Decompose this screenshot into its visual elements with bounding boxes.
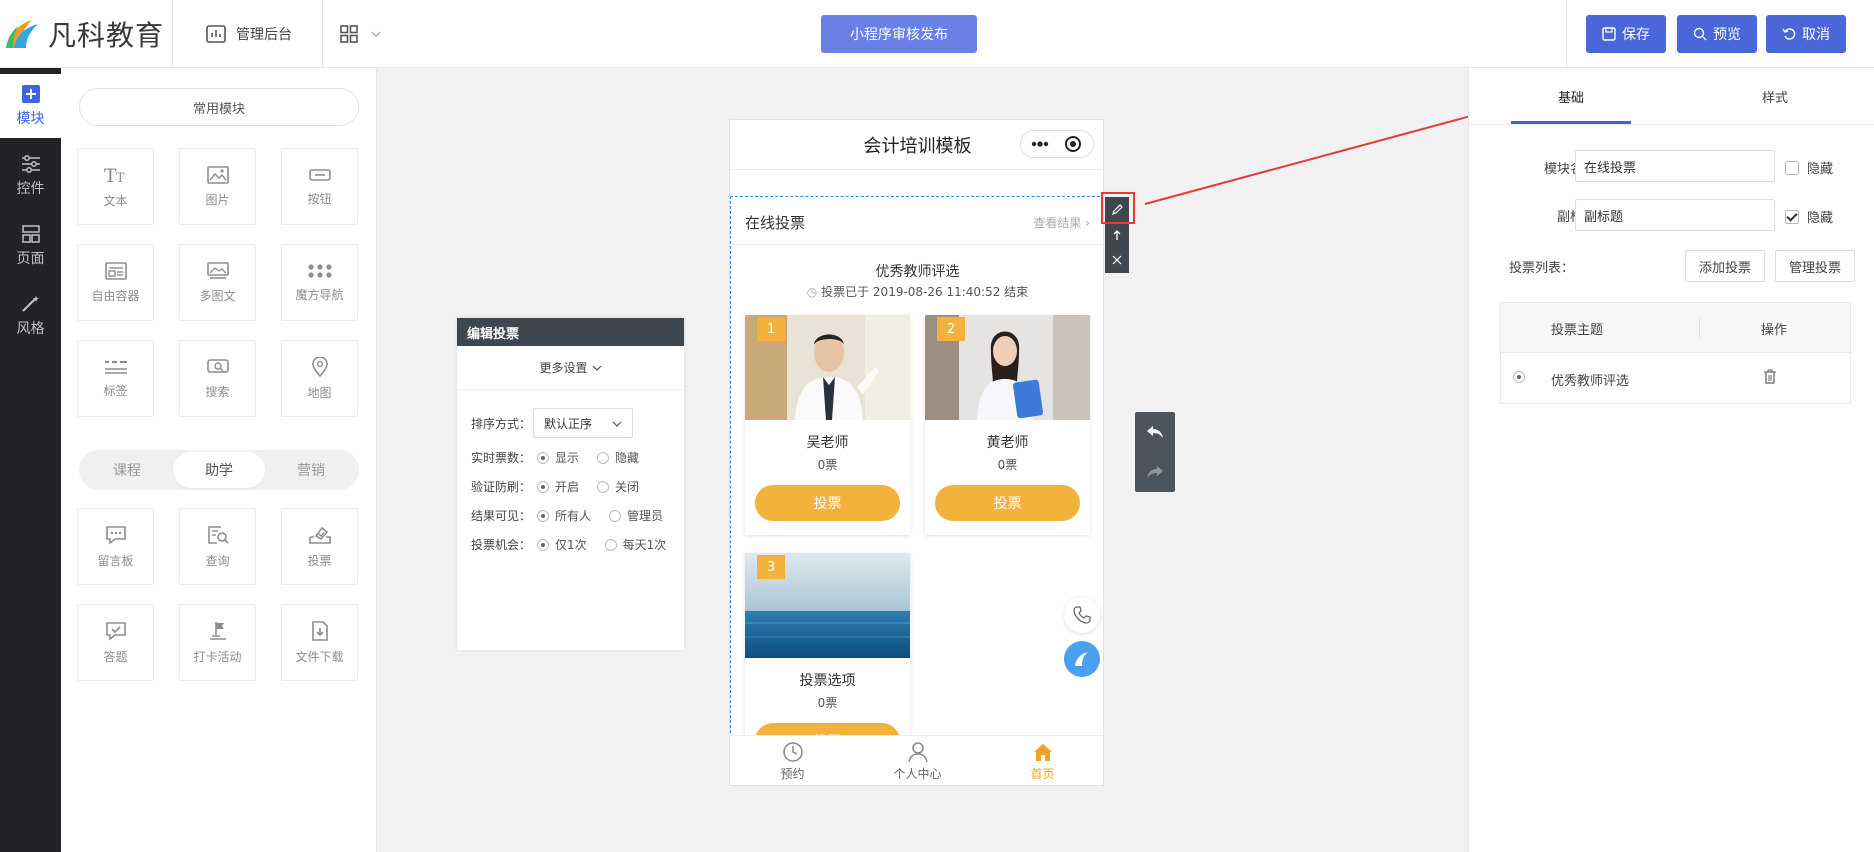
hide-name-checkbox[interactable]: 隐藏 bbox=[1785, 158, 1833, 177]
tab-basic[interactable]: 基础 bbox=[1511, 68, 1631, 124]
redo-arrow-icon bbox=[1147, 466, 1163, 478]
col-action: 操作 bbox=[1761, 323, 1788, 338]
redo-button[interactable] bbox=[1135, 452, 1175, 492]
checkbox-box bbox=[1785, 160, 1799, 175]
col-divider bbox=[1699, 317, 1700, 339]
undo-button[interactable] bbox=[1135, 412, 1175, 452]
subtitle-input[interactable]: 副标题 bbox=[1575, 199, 1775, 231]
undo-arrow-icon bbox=[1147, 426, 1163, 438]
hide-label: 隐藏 bbox=[1807, 211, 1834, 226]
radio-dot bbox=[1513, 371, 1525, 383]
module-name-value: 在线投票 bbox=[1584, 160, 1637, 176]
delete-row-button[interactable] bbox=[1763, 369, 1777, 385]
module-name-input[interactable]: 在线投票 bbox=[1575, 150, 1775, 182]
vote-table: 投票主题 操作 优秀教师评选 bbox=[1500, 302, 1851, 404]
hide-label: 隐藏 bbox=[1807, 162, 1834, 177]
hide-subtitle-checkbox[interactable]: 隐藏 bbox=[1785, 207, 1833, 226]
checkbox-box bbox=[1785, 209, 1799, 224]
settings-panel: 基础 样式 模块名称： 在线投票 隐藏 副标题： 副标题 隐藏 投票列表： 添加… bbox=[1468, 68, 1874, 852]
row-select-radio[interactable] bbox=[1513, 371, 1531, 383]
tab-divider bbox=[1469, 124, 1874, 125]
subtitle-value: 副标题 bbox=[1584, 209, 1624, 225]
vote-list-label: 投票列表： bbox=[1509, 261, 1575, 276]
tab-style[interactable]: 样式 bbox=[1715, 68, 1835, 124]
vote-table-header: 投票主题 操作 bbox=[1501, 303, 1850, 353]
history-controls bbox=[1135, 412, 1175, 492]
add-vote-button[interactable]: 添加投票 bbox=[1685, 250, 1765, 282]
row-topic: 优秀教师评选 bbox=[1551, 374, 1630, 389]
trash-icon bbox=[1764, 369, 1776, 384]
col-topic: 投票主题 bbox=[1551, 323, 1604, 338]
manage-vote-button[interactable]: 管理投票 bbox=[1775, 250, 1855, 282]
